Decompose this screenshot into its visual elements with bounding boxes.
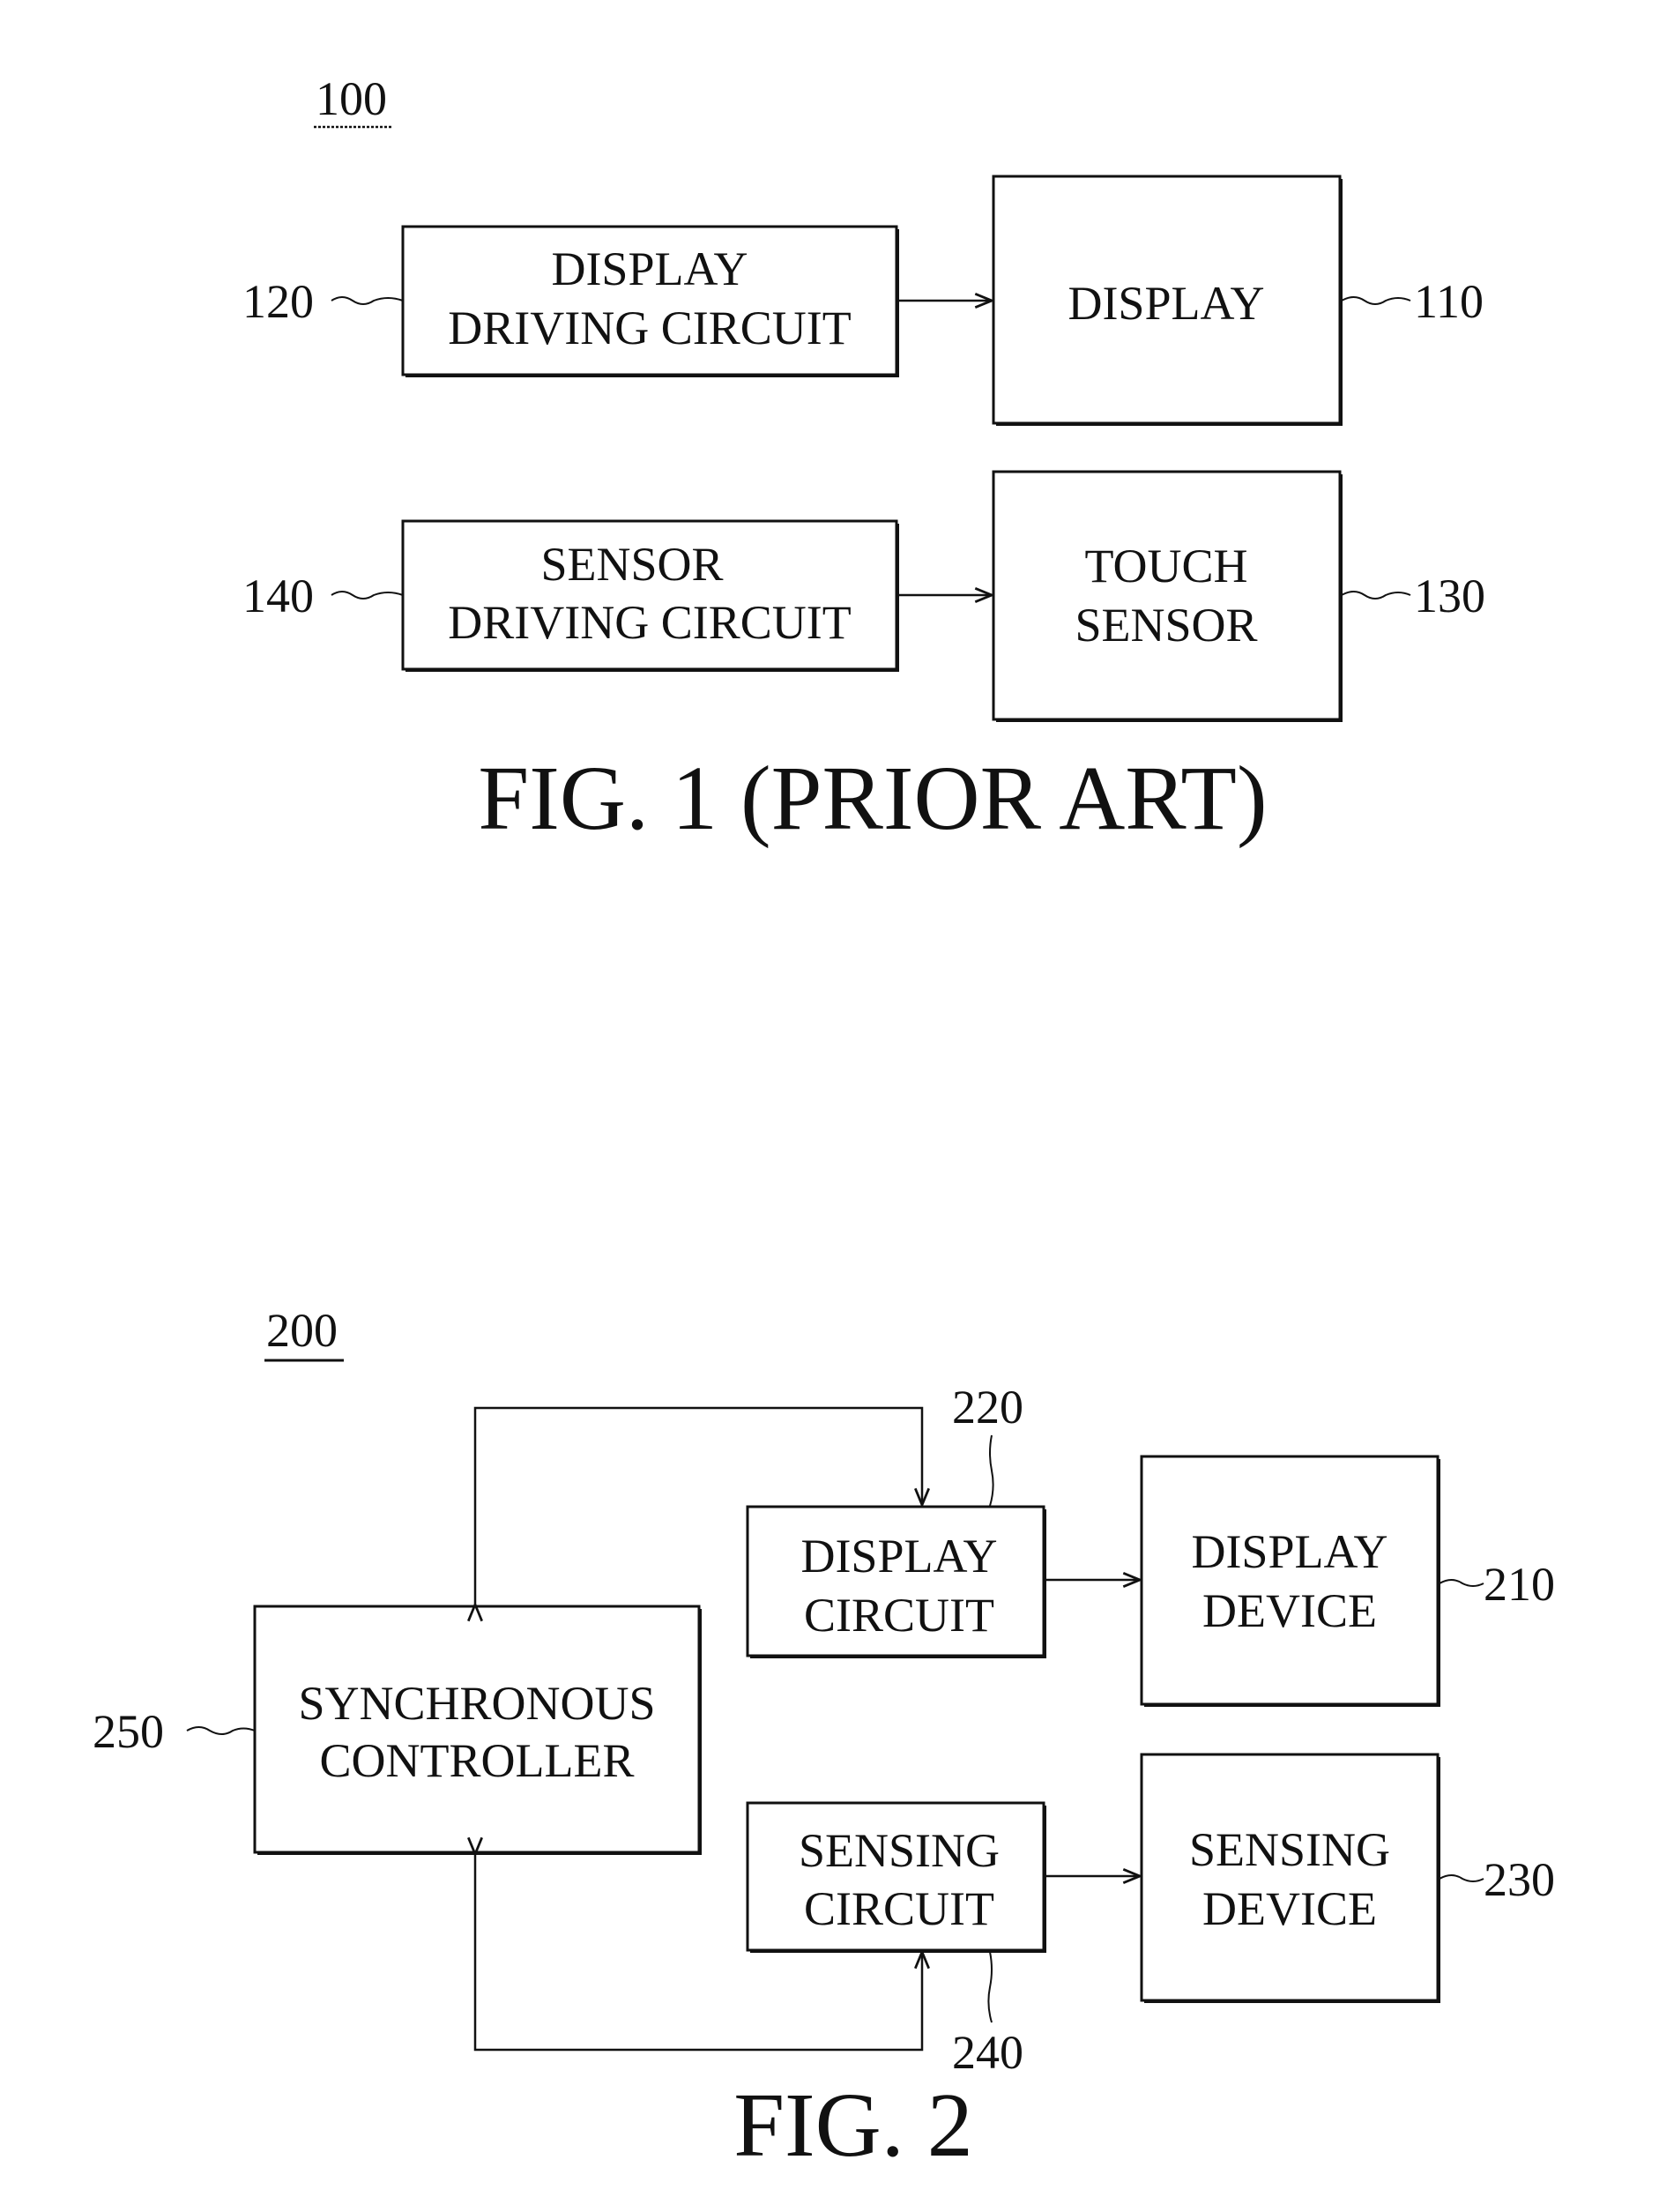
block-label-line2: DEVICE xyxy=(1202,1882,1377,1935)
ref-label-230: 230 xyxy=(1484,1853,1555,1906)
block-sensor-driving-circuit: SENSOR DRIVING CIRCUIT xyxy=(401,519,899,672)
block-sensing-circuit: SENSING CIRCUIT xyxy=(746,1801,1046,1953)
block-display: DISPLAY xyxy=(992,175,1343,426)
ref-label-210: 210 xyxy=(1484,1558,1555,1611)
leader-line-140 xyxy=(331,591,404,600)
ref-label-140: 140 xyxy=(242,570,314,622)
ref-label-110: 110 xyxy=(1414,275,1484,328)
leader-line-230 xyxy=(1439,1874,1484,1882)
block-display-circuit: DISPLAY CIRCUIT xyxy=(746,1505,1046,1658)
block-label-line2: DEVICE xyxy=(1202,1584,1377,1637)
block-label-line1: SENSOR xyxy=(540,538,723,591)
block-display-device: DISPLAY DEVICE xyxy=(1140,1455,1440,1707)
leader-line-220 xyxy=(989,1434,994,1507)
block-label-line1: TOUCH xyxy=(1084,540,1247,592)
block-sensing-device: SENSING DEVICE xyxy=(1140,1753,1440,2003)
block-label-line1: DISPLAY xyxy=(1191,1525,1387,1578)
fig1-ref-label: 100 xyxy=(316,72,387,125)
fig1-caption: FIG. 1 (PRIOR ART) xyxy=(478,748,1267,849)
block-label-line1: SENSING xyxy=(1189,1823,1390,1876)
block-label-line2: DRIVING CIRCUIT xyxy=(448,596,851,649)
leader-line-120 xyxy=(331,296,404,305)
ref-label-240: 240 xyxy=(952,2026,1023,2079)
block-label-line1: SYNCHRONOUS xyxy=(298,1677,655,1730)
leader-line-250 xyxy=(186,1726,256,1735)
figure-1: 100 DISPLAY DRIVING CIRCUIT 120 DISPLAY … xyxy=(242,72,1485,849)
block-label-line2: CIRCUIT xyxy=(804,1882,994,1935)
leader-line-130 xyxy=(1341,591,1411,600)
block-display-driving-circuit: DISPLAY DRIVING CIRCUIT xyxy=(401,225,899,377)
ref-label-220: 220 xyxy=(952,1381,1023,1434)
ref-label-120: 120 xyxy=(242,275,314,328)
block-label-line1: DISPLAY xyxy=(800,1530,997,1583)
fig2-caption: FIG. 2 xyxy=(733,2074,973,2176)
leader-line-110 xyxy=(1341,296,1411,305)
block-label-line1: DISPLAY xyxy=(551,242,748,295)
block-touch-sensor: TOUCH SENSOR xyxy=(992,470,1343,722)
block-label-line2: SENSOR xyxy=(1075,599,1257,652)
patent-drawing-sheet: 100 DISPLAY DRIVING CIRCUIT 120 DISPLAY … xyxy=(93,72,1555,2176)
fig2-ref-label: 200 xyxy=(266,1304,338,1357)
ref-label-130: 130 xyxy=(1414,570,1485,622)
block-label-line1: SENSING xyxy=(799,1824,1000,1877)
block-label-line2: DRIVING CIRCUIT xyxy=(448,302,851,354)
ref-label-250: 250 xyxy=(93,1705,164,1758)
leader-line-210 xyxy=(1439,1579,1484,1587)
leader-line-240 xyxy=(987,1951,993,2023)
block-label-line2: CIRCUIT xyxy=(804,1589,994,1642)
block-label-line2: CONTROLLER xyxy=(320,1734,635,1787)
block-label-line1: DISPLAY xyxy=(1068,277,1264,330)
block-synchronous-controller: SYNCHRONOUS CONTROLLER xyxy=(253,1605,702,1855)
figure-2: 200 SYNCHRONOUS CONTROLLER 250 DISPLAY C… xyxy=(93,1304,1555,2176)
